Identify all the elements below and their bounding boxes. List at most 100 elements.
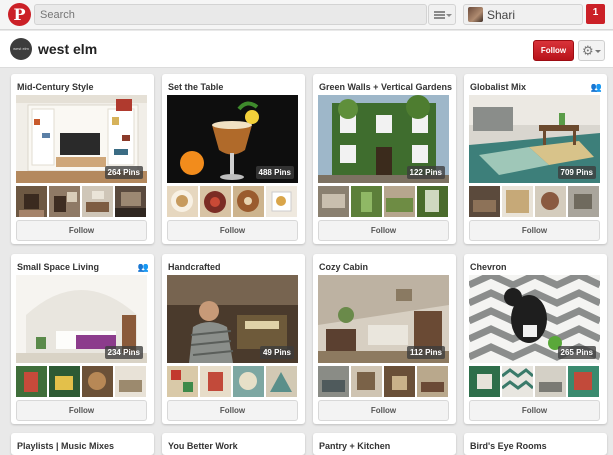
pin-count-badge: 264 Pins [104, 166, 143, 179]
pin-count-badge: 122 Pins [406, 166, 445, 179]
board-card[interactable]: Globalist Mix 👥 709 Pins Follow [464, 74, 607, 244]
pin-count-badge: 709 Pins [557, 166, 596, 179]
thumbnail-image[interactable] [469, 366, 500, 397]
board-title: Bird's Eye Rooms [470, 441, 547, 451]
thumbnail-image[interactable] [49, 186, 80, 217]
follow-board-button[interactable]: Follow [318, 400, 449, 421]
follow-board-button[interactable]: Follow [16, 220, 147, 241]
board-card[interactable]: You Better Work [162, 433, 305, 455]
thumbnail-image[interactable] [568, 186, 599, 217]
board-thumbnails [318, 186, 449, 217]
settings-button[interactable]: ⚙ [578, 40, 605, 61]
board-cover-image[interactable]: 234 Pins [16, 275, 147, 363]
top-nav-bar: P Shari 1 [0, 0, 613, 30]
board-cover-image[interactable]: 264 Pins [16, 95, 147, 183]
board-thumbnails [16, 186, 147, 217]
board-card[interactable]: Small Space Living 👥 234 Pins Follow [11, 254, 154, 424]
user-name: Shari [487, 8, 516, 22]
menu-button[interactable] [428, 4, 456, 25]
thumbnail-image[interactable] [167, 186, 198, 217]
thumbnail-image[interactable] [469, 186, 500, 217]
thumbnail-image[interactable] [233, 366, 264, 397]
chevron-down-icon [595, 50, 601, 53]
board-title: Small Space Living [17, 262, 100, 272]
board-card[interactable]: Chevron 265 Pins Follow [464, 254, 607, 424]
thumbnail-image[interactable] [16, 186, 47, 217]
board-card[interactable]: Playlists | Music Mixes [11, 433, 154, 455]
thumbnail-image[interactable] [233, 186, 264, 217]
search-input[interactable] [34, 4, 427, 25]
thumbnail-image[interactable] [115, 186, 146, 217]
board-title: Playlists | Music Mixes [17, 441, 115, 451]
board-thumbnails [167, 366, 298, 397]
thumbnail-image[interactable] [266, 366, 297, 397]
pinterest-logo-icon[interactable]: P [8, 3, 31, 26]
thumbnail-image[interactable] [417, 186, 448, 217]
profile-name: west elm [38, 41, 98, 57]
board-thumbnails [469, 366, 600, 397]
thumbnail-image[interactable] [318, 186, 349, 217]
thumbnail-image[interactable] [502, 366, 533, 397]
board-title: Mid-Century Style [17, 82, 94, 92]
board-title: Cozy Cabin [319, 262, 369, 272]
board-title: Set the Table [168, 82, 224, 92]
thumbnail-image[interactable] [82, 366, 113, 397]
avatar [468, 7, 483, 22]
board-cover-image[interactable]: 49 Pins [167, 275, 298, 363]
board-title: Chevron [470, 262, 507, 272]
board-cover-image[interactable]: 709 Pins [469, 95, 600, 183]
notification-badge[interactable]: 1 [586, 4, 605, 24]
thumbnail-image[interactable] [82, 186, 113, 217]
thumbnail-image[interactable] [115, 366, 146, 397]
profile-header: west elm west elm Follow ⚙ [0, 31, 613, 68]
thumbnail-image[interactable] [351, 366, 382, 397]
board-cover-image[interactable]: 112 Pins [318, 275, 449, 363]
thumbnail-image[interactable] [318, 366, 349, 397]
board-thumbnails [16, 366, 147, 397]
board-cover-image[interactable]: 122 Pins [318, 95, 449, 183]
thumbnail-image[interactable] [200, 186, 231, 217]
board-card[interactable]: Cozy Cabin 112 Pins Follow [313, 254, 456, 424]
follow-board-button[interactable]: Follow [167, 400, 298, 421]
thumbnail-image[interactable] [417, 366, 448, 397]
thumbnail-image[interactable] [535, 186, 566, 217]
board-cover-image[interactable]: 265 Pins [469, 275, 600, 363]
follow-board-button[interactable]: Follow [167, 220, 298, 241]
pin-count-badge: 234 Pins [104, 346, 143, 359]
follow-board-button[interactable]: Follow [469, 400, 600, 421]
board-card[interactable]: Mid-Century Style 264 Pins Follow [11, 74, 154, 244]
board-title: Handcrafted [168, 262, 221, 272]
follow-board-button[interactable]: Follow [469, 220, 600, 241]
thumbnail-image[interactable] [266, 186, 297, 217]
thumbnail-image[interactable] [535, 366, 566, 397]
thumbnail-image[interactable] [502, 186, 533, 217]
follow-board-button[interactable]: Follow [16, 400, 147, 421]
thumbnail-image[interactable] [16, 366, 47, 397]
thumbnail-image[interactable] [351, 186, 382, 217]
thumbnail-image[interactable] [384, 366, 415, 397]
pin-count-badge: 112 Pins [406, 346, 445, 359]
board-card[interactable]: Green Walls + Vertical Gardens 122 Pins … [313, 74, 456, 244]
thumbnail-image[interactable] [568, 366, 599, 397]
thumbnail-image[interactable] [384, 186, 415, 217]
board-thumbnails [469, 186, 600, 217]
follow-board-button[interactable]: Follow [318, 220, 449, 241]
board-title: Green Walls + Vertical Gardens [319, 82, 452, 92]
thumbnail-image[interactable] [167, 366, 198, 397]
follow-profile-button[interactable]: Follow [533, 40, 574, 61]
user-profile-button[interactable]: Shari [463, 4, 583, 25]
board-card[interactable]: Bird's Eye Rooms [464, 433, 607, 455]
board-cover-image[interactable]: 488 Pins [167, 95, 298, 183]
board-thumbnails [318, 366, 449, 397]
board-title: Globalist Mix [470, 82, 527, 92]
pin-count-badge: 265 Pins [557, 346, 596, 359]
thumbnail-image[interactable] [49, 366, 80, 397]
brand-logo: west elm [10, 38, 32, 60]
board-card[interactable]: Pantry + Kitchen [313, 433, 456, 455]
board-card[interactable]: Set the Table 488 Pins Follow [162, 74, 305, 244]
board-card[interactable]: Handcrafted 49 Pins Follow [162, 254, 305, 424]
gear-icon: ⚙ [582, 43, 594, 58]
group-board-icon: 👥 [590, 82, 602, 92]
thumbnail-image[interactable] [200, 366, 231, 397]
pin-count-badge: 488 Pins [255, 166, 294, 179]
